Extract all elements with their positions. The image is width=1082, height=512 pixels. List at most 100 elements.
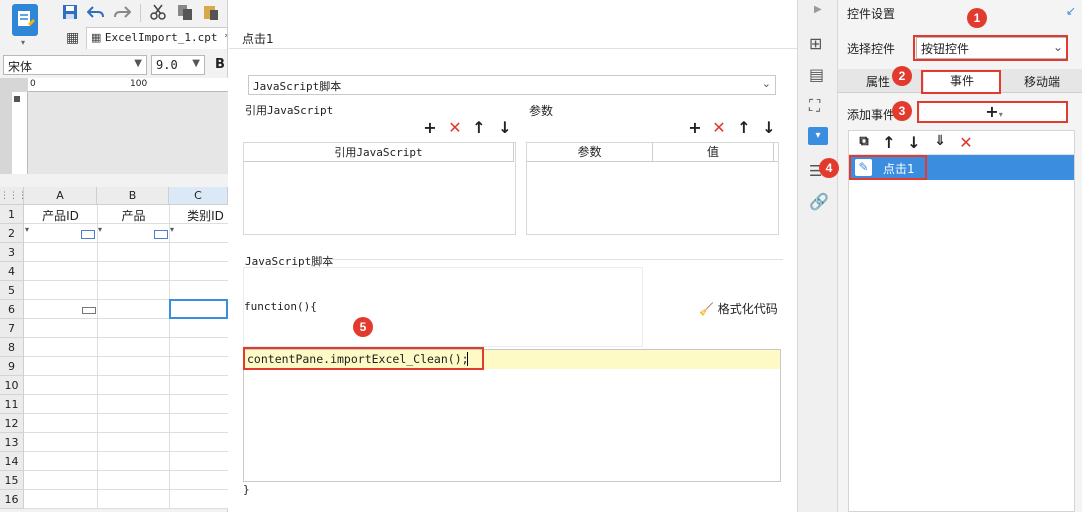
paste-icon[interactable]	[201, 2, 221, 22]
collapse-icon[interactable]: ↙	[1066, 4, 1076, 18]
table-row[interactable]	[24, 357, 228, 376]
cell-divider	[169, 281, 170, 300]
row-number[interactable]: 7	[0, 319, 24, 338]
table-row[interactable]	[24, 433, 228, 452]
event-editor: 点击1 JavaScript脚本 ⌄ 引用JavaScript 参数 + ✕ ↑…	[229, 0, 797, 512]
tab-mobile[interactable]: 移动端	[1024, 73, 1060, 90]
row-number[interactable]: 4	[0, 262, 24, 281]
delete-icon[interactable]: ✕	[958, 133, 974, 152]
ref-js-label: 引用JavaScript	[245, 104, 334, 117]
copy-icon[interactable]: ⧉	[856, 134, 872, 149]
table-row[interactable]	[24, 243, 228, 262]
move-up-icon[interactable]: ↑	[471, 118, 487, 137]
float-element-icon[interactable]: ⛶	[809, 96, 820, 116]
grid-corner[interactable]: ⋮⋮⋮	[0, 187, 27, 205]
move-up-icon[interactable]: ↑	[881, 133, 897, 152]
add-icon[interactable]: +	[422, 118, 438, 137]
move-up-icon[interactable]: ↑	[736, 118, 752, 137]
row-number[interactable]: 11	[0, 395, 24, 414]
widget-marker[interactable]	[154, 230, 168, 239]
cell-marker: ▾	[25, 225, 30, 234]
chevron-down-icon[interactable]: ▾	[21, 38, 25, 47]
table-row[interactable]	[24, 319, 228, 338]
script-type-value: JavaScript脚本	[253, 80, 342, 93]
row-number[interactable]: 13	[0, 433, 24, 452]
column-header-a[interactable]: A	[24, 187, 97, 205]
bold-button[interactable]: B	[215, 57, 225, 72]
row-number[interactable]: 3	[0, 243, 24, 262]
step-badge-2: 2	[892, 66, 912, 86]
sheet-grid-icon[interactable]: ▦	[66, 30, 79, 46]
params-table[interactable]: 参数 值	[526, 142, 779, 235]
table-row[interactable]	[24, 376, 228, 395]
cell[interactable]: 产品ID	[24, 207, 97, 224]
side-icon-bar: ▶ ⊞ ▤ ⛶ ▾ ☰ 🔗	[797, 0, 837, 512]
row-number[interactable]: 9	[0, 357, 24, 376]
hyperlink-icon[interactable]: 🔗	[809, 192, 829, 211]
format-code-button[interactable]: 🧹 格式化代码	[699, 300, 778, 317]
splitter[interactable]	[0, 174, 228, 187]
redo-icon[interactable]	[112, 2, 132, 22]
widget-marker[interactable]	[81, 230, 95, 239]
widget-settings-icon[interactable]: ▾	[808, 127, 828, 145]
ref-js-table[interactable]: 引用JavaScript	[243, 142, 516, 235]
cell-divider	[97, 376, 98, 395]
table-row[interactable]	[24, 262, 228, 281]
cell-divider	[169, 243, 170, 262]
delete-icon[interactable]: ✕	[711, 118, 727, 137]
highlight-box-3	[917, 101, 1068, 123]
row-number[interactable]: 15	[0, 471, 24, 490]
button-widget-marker[interactable]	[82, 307, 96, 314]
add-icon[interactable]: +	[687, 118, 703, 137]
file-tab[interactable]: ▦ ExcelImport_1.cpt *	[86, 27, 228, 49]
template-icon[interactable]	[12, 4, 38, 36]
font-size-select[interactable]: 9.0 ▼	[151, 55, 205, 75]
script-type-select[interactable]: JavaScript脚本 ⌄	[248, 75, 776, 95]
table-row[interactable]	[24, 281, 228, 300]
cell-divider	[169, 338, 170, 357]
cell-attribute-icon[interactable]: ⊞	[809, 34, 822, 53]
table-row[interactable]: ▾ ▾ ▾	[24, 224, 228, 243]
table-row[interactable]	[24, 452, 228, 471]
table-row[interactable]	[24, 395, 228, 414]
move-bottom-icon[interactable]: ⇓	[932, 133, 948, 149]
move-down-icon[interactable]: ↓	[497, 118, 513, 137]
font-family-select[interactable]: 宋体 ▼	[3, 55, 147, 75]
selected-cell[interactable]	[169, 299, 228, 319]
row-number[interactable]: 2	[0, 224, 24, 243]
cell-divider	[97, 452, 98, 471]
save-icon[interactable]	[60, 2, 80, 22]
cell-divider	[169, 490, 170, 509]
cell[interactable]: 产品	[97, 207, 170, 224]
table-row[interactable]: 产品ID 产品 类别ID	[24, 205, 228, 224]
row-number[interactable]: 10	[0, 376, 24, 395]
column-header-b[interactable]: B	[97, 187, 169, 205]
table-row[interactable]	[24, 490, 228, 509]
format-code-label: 格式化代码	[717, 302, 778, 316]
table-row[interactable]	[24, 299, 228, 319]
table-row[interactable]	[24, 414, 228, 433]
row-number[interactable]: 8	[0, 338, 24, 357]
table-row[interactable]	[24, 471, 228, 490]
cell-divider	[97, 395, 98, 414]
tab-properties[interactable]: 属性	[866, 73, 890, 90]
toolbar-divider	[140, 4, 141, 22]
row-number[interactable]: 5	[0, 281, 24, 300]
row-number[interactable]: 16	[0, 490, 24, 509]
copy-icon[interactable]	[175, 2, 195, 22]
cell-element-icon[interactable]: ▤	[809, 65, 824, 84]
cut-icon[interactable]	[148, 2, 168, 22]
chevron-right-icon[interactable]: ▶	[814, 4, 822, 15]
table-row[interactable]	[24, 338, 228, 357]
column-header-c[interactable]: C	[169, 187, 228, 205]
row-number[interactable]: 6	[0, 300, 24, 319]
undo-icon[interactable]	[86, 2, 106, 22]
delete-icon[interactable]: ✕	[447, 118, 463, 137]
param-column-header: 参数	[527, 143, 653, 161]
cell-divider	[97, 433, 98, 452]
move-down-icon[interactable]: ↓	[761, 118, 777, 137]
row-number[interactable]: 14	[0, 452, 24, 471]
row-number[interactable]: 12	[0, 414, 24, 433]
row-number[interactable]: 1	[0, 205, 24, 224]
move-down-icon[interactable]: ↓	[906, 133, 922, 152]
